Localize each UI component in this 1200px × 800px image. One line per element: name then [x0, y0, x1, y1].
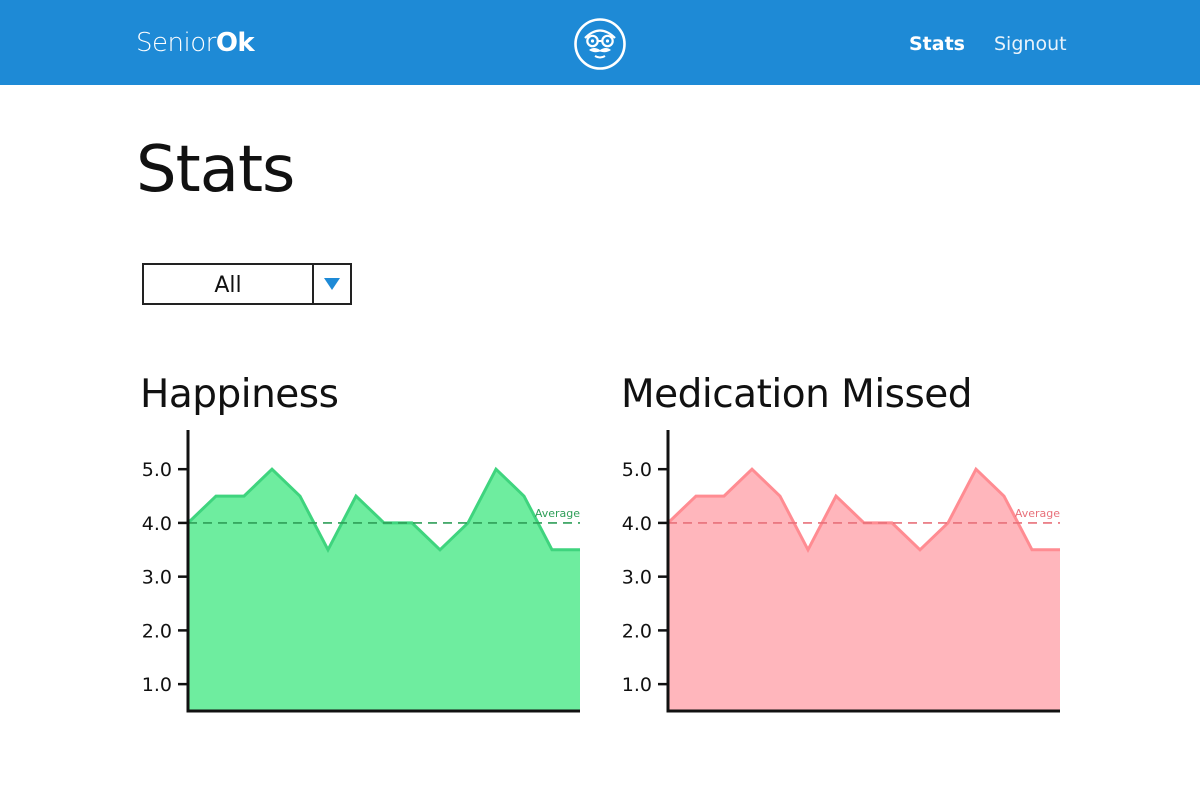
brand-logo-text[interactable]: SeniorOk: [136, 26, 255, 60]
dropdown-caret-button[interactable]: [314, 265, 350, 303]
y-tick-label: 2.0: [622, 620, 652, 642]
medication-chart: Average 1.0 2.0 3.0 4.0 5.0: [622, 430, 1060, 713]
page-title: Stats: [136, 133, 295, 207]
nav-link-stats[interactable]: Stats: [909, 32, 965, 56]
nav-link-signout[interactable]: Signout: [994, 32, 1067, 56]
brand-name-light: Senior: [136, 28, 216, 58]
y-tick-label: 3.0: [142, 567, 172, 589]
happiness-chart-title: Happiness: [140, 372, 339, 417]
happiness-chart: Average 1.0 2.0 3.0 4.0 5.0: [142, 430, 580, 713]
filter-selected-value: All: [144, 265, 314, 303]
average-label: Average: [1015, 507, 1060, 520]
top-nav-bar: SeniorOk Stats Signout: [0, 0, 1200, 85]
old-man-face-icon[interactable]: [573, 17, 627, 71]
y-tick-label: 3.0: [622, 567, 652, 589]
y-tick-label: 4.0: [142, 513, 172, 535]
y-tick-label: 1.0: [622, 674, 652, 696]
average-label: Average: [535, 507, 580, 520]
area-fill: [668, 469, 1060, 711]
y-tick-label: 1.0: [142, 674, 172, 696]
triangle-down-icon: [324, 278, 340, 290]
medication-chart-title: Medication Missed: [621, 372, 973, 417]
brand-name-bold: Ok: [215, 28, 255, 58]
y-tick-label: 2.0: [142, 620, 172, 642]
y-tick-label: 5.0: [622, 459, 652, 481]
y-tick-label: 5.0: [142, 459, 172, 481]
y-tick-label: 4.0: [622, 513, 652, 535]
filter-dropdown[interactable]: All: [142, 263, 352, 305]
area-fill: [188, 469, 580, 711]
